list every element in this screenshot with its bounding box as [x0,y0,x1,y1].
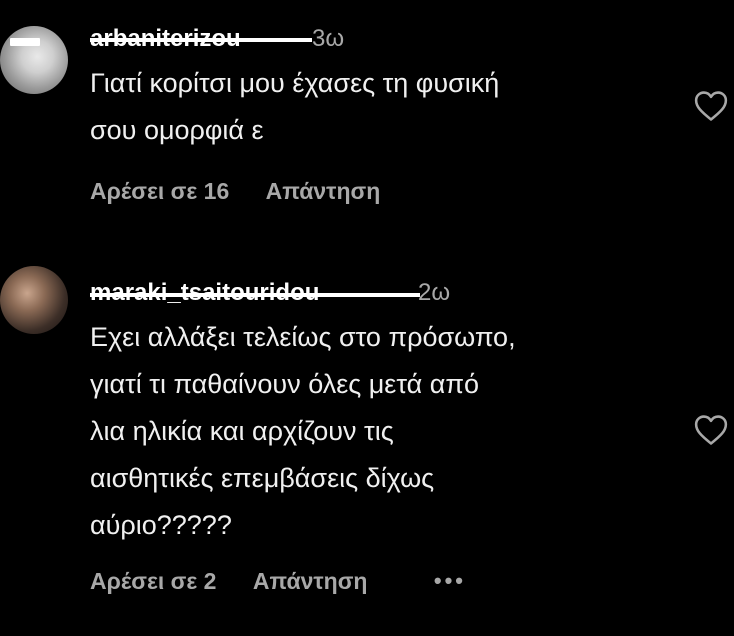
username-strikethrough [90,38,312,42]
comment-text-line: αισθητικές επεμβάσεις δίχως [90,463,435,493]
heart-icon[interactable] [694,90,728,122]
avatar[interactable] [0,26,68,94]
comment-actions: Αρέσει σε 16 Απάντηση [90,178,380,205]
censor-bar [10,38,40,46]
likes-count[interactable]: Αρέσει σε 2 [90,568,216,595]
comment-text-line: Γιατί κορίτσι μου έχασες τη φυσική [90,68,500,98]
comment-text-line: σου ομορφιά ε [90,115,264,145]
comment-text-line: λια ηλικία και αρχίζουν τις [90,416,394,446]
more-icon[interactable]: ••• [434,568,466,594]
comment-item: maraki_tsaitouridou 2ω Εχει αλλάξει τελε… [0,252,734,636]
comment-text-line: Εχει αλλάξει τελείως στο πρόσωπο, [90,322,516,352]
username-strikethrough [90,293,420,297]
comment-timestamp: 3ω [312,25,345,52]
likes-count[interactable]: Αρέσει σε 16 [90,178,229,205]
comment-text: Γιατί κορίτσι μου έχασες τη φυσική σου ο… [90,60,670,154]
reply-button[interactable]: Απάντηση [253,568,368,595]
reply-button[interactable]: Απάντηση [266,178,381,205]
avatar[interactable] [0,266,68,334]
comment-text-line: αύριο????? [90,510,232,540]
comment-item: arbaniterizou 3ω Γιατί κορίτσι μου έχασε… [0,0,734,240]
heart-icon[interactable] [694,414,728,446]
comment-text: Εχει αλλάξει τελείως στο πρόσωπο, γιατί … [90,314,670,549]
comment-text-line: γιατί τι παθαίνουν όλες μετά από [90,369,479,399]
comment-timestamp: 2ω [418,279,451,306]
comment-actions: Αρέσει σε 2 Απάντηση ••• [90,568,466,595]
